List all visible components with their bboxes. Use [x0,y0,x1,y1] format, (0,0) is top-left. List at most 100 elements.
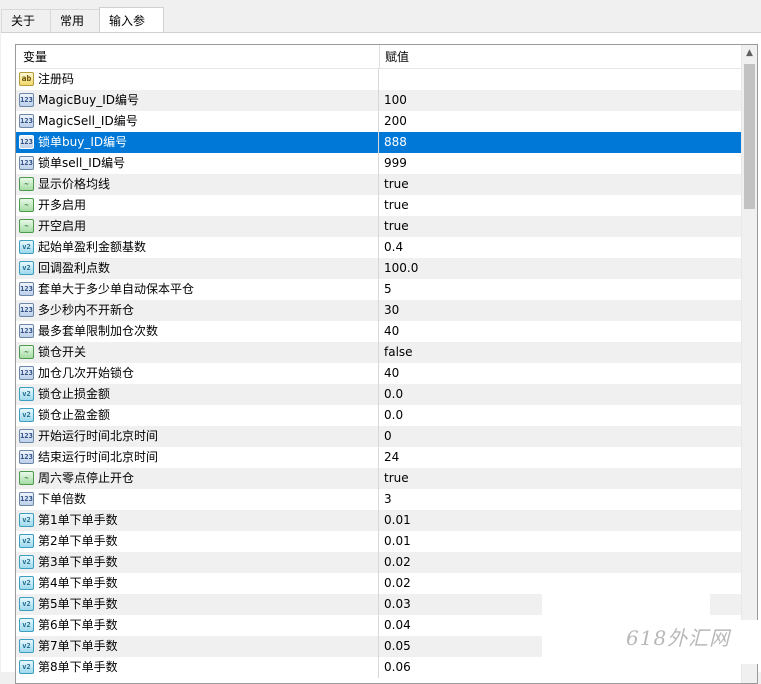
tab-common[interactable]: 常用 [50,9,102,32]
value-cell[interactable]: 30 [378,300,742,321]
variable-cell: v2 锁仓止损金额 [16,384,378,405]
variable-cell: v2 第4单下单手数 [16,573,378,594]
double-type-icon: v2 [19,240,34,254]
variable-cell: v2 第3单下单手数 [16,552,378,573]
column-header-value[interactable]: 赋值 [379,45,742,69]
table-row[interactable]: v2 第3单下单手数 0.02 [16,552,742,573]
double-type-icon: v2 [19,618,34,632]
value-cell[interactable] [378,69,742,90]
table-row[interactable]: ~ 开空启用 true [16,216,742,237]
value-cell[interactable]: 24 [378,447,742,468]
table-row[interactable]: v2 锁仓止损金额 0.0 [16,384,742,405]
integer-type-icon: 123 [19,135,34,149]
variable-cell: v2 回调盈利点数 [16,258,378,279]
variable-cell: v2 第8单下单手数 [16,657,378,678]
value-cell[interactable]: 100.0 [378,258,742,279]
value-cell[interactable]: 0.02 [378,573,742,594]
integer-type-icon: 123 [19,492,34,506]
value-cell[interactable]: 5 [378,279,742,300]
tab-input-params[interactable]: 输入参数 [99,7,164,54]
table-row[interactable]: 123 最多套单限制加仓次数 40 [16,321,742,342]
variable-name: MagicBuy_ID编号 [38,93,139,107]
table-row[interactable]: 123 加仓几次开始锁仓 40 [16,363,742,384]
table-row[interactable]: 123 多少秒内不开新仓 30 [16,300,742,321]
variable-cell: ab 注册码 [16,69,378,90]
value-cell[interactable]: 0 [378,426,742,447]
integer-type-icon: 123 [19,114,34,128]
table-row[interactable]: v2 第4单下单手数 0.02 [16,573,742,594]
value-cell[interactable]: 888 [378,132,742,153]
parameter-rows: ab 注册码 123 MagicBuy_ID编号 100 123 MagicSell_ID编… [16,69,742,678]
table-row[interactable]: ~ 显示价格均线 true [16,174,742,195]
boolean-type-icon: ~ [19,198,34,212]
table-row[interactable]: v2 锁仓止盈金额 0.0 [16,405,742,426]
double-type-icon: v2 [19,660,34,674]
string-type-icon: ab [19,72,34,86]
tab-about[interactable]: 关于 [1,9,51,32]
value-cell[interactable]: 0.01 [378,531,742,552]
variable-cell: v2 第2单下单手数 [16,531,378,552]
variable-cell: 123 锁单buy_ID编号 [16,132,378,153]
value-cell[interactable]: true [378,195,742,216]
table-row[interactable]: 123 锁单buy_ID编号 888 [16,132,742,153]
table-row[interactable]: v2 第1单下单手数 0.01 [16,510,742,531]
value-cell[interactable]: 0.0 [378,384,742,405]
table-row[interactable]: v2 回调盈利点数 100.0 [16,258,742,279]
table-row[interactable]: ~ 开多启用 true [16,195,742,216]
variable-name: 锁仓止损金额 [38,387,111,401]
table-row[interactable]: 123 锁单sell_ID编号 999 [16,153,742,174]
value-cell[interactable]: 100 [378,90,742,111]
table-row[interactable]: v2 起始单盈利金额基数 0.4 [16,237,742,258]
table-row[interactable]: v2 第2单下单手数 0.01 [16,531,742,552]
variable-name: 开多启用 [38,198,87,212]
table-row[interactable]: 123 结束运行时间北京时间 24 [16,447,742,468]
value-cell[interactable]: 0.4 [378,237,742,258]
table-row[interactable]: 123 MagicSell_ID编号 200 [16,111,742,132]
value-cell[interactable]: 0.02 [378,552,742,573]
table-row[interactable]: 123 开始运行时间北京时间 0 [16,426,742,447]
value-cell[interactable]: 40 [378,321,742,342]
vertical-scrollbar[interactable]: ▲ [741,45,757,683]
value-cell[interactable]: 999 [378,153,742,174]
variable-cell: v2 锁仓止盈金额 [16,405,378,426]
boolean-type-icon: ~ [19,345,34,359]
column-header-variable[interactable]: 变量 [16,45,379,69]
variable-name: 显示价格均线 [38,177,111,191]
value-cell[interactable]: 200 [378,111,742,132]
scroll-up-arrow-icon[interactable]: ▲ [742,45,757,62]
double-type-icon: v2 [19,387,34,401]
double-type-icon: v2 [19,555,34,569]
scrollbar-thumb[interactable] [744,64,755,209]
value-cell[interactable]: true [378,468,742,489]
variable-cell: 123 最多套单限制加仓次数 [16,321,378,342]
variable-name: 回调盈利点数 [38,261,111,275]
variable-cell: ~ 显示价格均线 [16,174,378,195]
table-row[interactable]: 123 MagicBuy_ID编号 100 [16,90,742,111]
variable-cell: v2 第1单下单手数 [16,510,378,531]
variable-name: 第2单下单手数 [38,534,118,548]
variable-name: 第4单下单手数 [38,576,118,590]
value-cell[interactable]: 0.01 [378,510,742,531]
value-cell[interactable]: true [378,216,742,237]
table-row[interactable]: 123 套单大于多少单自动保本平仓 5 [16,279,742,300]
table-row[interactable]: 123 下单倍数 3 [16,489,742,510]
table-row[interactable]: ~ 锁仓开关 false [16,342,742,363]
table-row[interactable]: ~ 周六零点停止开仓 true [16,468,742,489]
value-cell[interactable]: 40 [378,363,742,384]
value-cell[interactable]: true [378,174,742,195]
double-type-icon: v2 [19,597,34,611]
variable-name: 第5单下单手数 [38,597,118,611]
variable-name: 第3单下单手数 [38,555,118,569]
table-row[interactable]: ab 注册码 [16,69,742,90]
value-cell[interactable]: 3 [378,489,742,510]
integer-type-icon: 123 [19,303,34,317]
integer-type-icon: 123 [19,324,34,338]
variable-cell: v2 第6单下单手数 [16,615,378,636]
value-cell[interactable]: 0.0 [378,405,742,426]
variable-cell: v2 起始单盈利金额基数 [16,237,378,258]
variable-name: 开空启用 [38,219,87,233]
double-type-icon: v2 [19,261,34,275]
tab-bar: 关于 常用 输入参数 [0,0,761,54]
variable-name: 第7单下单手数 [38,639,118,653]
value-cell[interactable]: false [378,342,742,363]
